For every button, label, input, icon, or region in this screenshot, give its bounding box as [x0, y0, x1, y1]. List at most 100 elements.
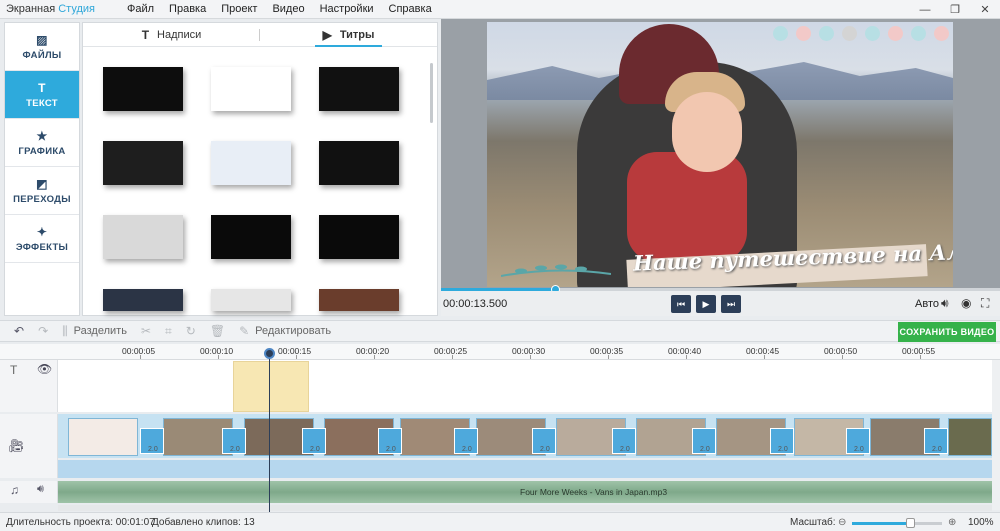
delete-icon[interactable]: 🗑︎ — [210, 324, 225, 338]
sidebar-item-text[interactable]: T ТЕКСТ — [5, 71, 79, 119]
ruler-tick — [218, 355, 219, 359]
title-template-thumb[interactable] — [211, 289, 291, 311]
title-template-thumb[interactable] — [319, 67, 399, 111]
video-camera-icon: 🎥︎ — [8, 438, 25, 453]
timecode: 00:00:13.500 — [443, 298, 508, 310]
zoom-slider-fill — [852, 522, 911, 525]
minimize-button[interactable]: — — [910, 0, 940, 19]
video-clip[interactable] — [68, 418, 138, 456]
title-clip[interactable] — [233, 361, 309, 412]
split-icon[interactable]: ⫼ — [62, 324, 68, 339]
decor-dot — [842, 26, 857, 41]
app-title: Экранная Студия — [6, 3, 95, 15]
project-duration: Длительность проекта: 00:01:07 — [6, 517, 155, 528]
audio-file-name: Four More Weeks - Vans in Japan.mp3 — [520, 487, 668, 497]
tab-captions[interactable]: T Надписи — [83, 23, 260, 46]
sidebar-item-label: ГРАФИКА — [18, 145, 66, 157]
visibility-icon[interactable]: 👁︎ — [37, 362, 52, 376]
ruler-tick-label: 00:00:45 — [746, 346, 780, 356]
crop-icon[interactable]: ⌗ — [165, 324, 172, 339]
preview-panel: Наше путешествие на Алтай — [441, 19, 1000, 316]
child-face — [672, 92, 742, 172]
timeline-ruler[interactable]: 00:00:05 00:00:10 00:00:15 00:00:20 00:00:25… — [0, 344, 1000, 360]
sidebar-item-label: ТЕКСТ — [26, 97, 58, 109]
maximize-button[interactable]: ❐ — [940, 0, 970, 19]
save-video-button[interactable]: СОХРАНИТЬ ВИДЕО — [898, 322, 996, 342]
tab-titles[interactable]: ▶ Титры — [260, 23, 437, 47]
image-icon: ▨ — [36, 32, 48, 47]
sidebar-item-transitions[interactable]: ◩ ПЕРЕХОДЫ — [5, 167, 79, 215]
title-template-thumb[interactable] — [319, 289, 399, 311]
next-frame-button[interactable]: ⏭ — [721, 295, 741, 313]
redo-icon[interactable]: ↷ — [38, 324, 48, 338]
sidebar-item-image[interactable]: ▨ ФАЙЛЫ — [5, 23, 79, 71]
menu-item[interactable]: Файл — [127, 3, 154, 15]
snapshot-icon[interactable]: ◉ — [961, 296, 971, 310]
title-template-thumb[interactable] — [103, 67, 183, 111]
undo-icon[interactable]: ↶ — [14, 324, 24, 338]
menu-item[interactable]: Справка — [389, 3, 432, 15]
sidebar-item-label: ФАЙЛЫ — [22, 49, 62, 61]
ruler-tick — [842, 355, 843, 359]
text-track[interactable] — [58, 360, 992, 412]
magic-wand-icon: ✦ — [36, 224, 48, 239]
ruler-tick-label: 00:00:10 — [200, 346, 234, 356]
title-template-thumb[interactable] — [211, 215, 291, 259]
edit-icon[interactable]: ✎ — [239, 324, 249, 338]
menu-item[interactable]: Настройки — [320, 3, 374, 15]
audio-volume-icon[interactable]: 🔊︎ — [37, 483, 44, 496]
menu-item[interactable]: Правка — [169, 3, 206, 15]
zoom-slider-knob[interactable] — [905, 518, 915, 528]
playhead-handle[interactable] — [264, 348, 275, 359]
text-track-header: T 👁︎ — [0, 360, 58, 412]
menu-item[interactable]: Видео — [272, 3, 304, 15]
ruler-tick — [452, 355, 453, 359]
text-icon: T — [141, 27, 150, 42]
title-template-thumb[interactable] — [103, 141, 183, 185]
decor-dot — [865, 26, 880, 41]
sidebar-item-star[interactable]: ★ ГРАФИКА — [5, 119, 79, 167]
menu-item[interactable]: Проект — [221, 3, 257, 15]
play-button[interactable]: ▶ — [696, 295, 716, 313]
decor-dot — [934, 26, 949, 41]
player-controls: 00:00:13.500 ⏮ ▶ ⏭ Авто 🔊︎ ◉ ⛶ — [441, 291, 1000, 316]
timeline-vscrollbar[interactable] — [992, 360, 1000, 510]
close-button[interactable]: ✕ — [970, 0, 1000, 19]
zoom-slider[interactable] — [852, 518, 942, 528]
ruler-tick-label: 00:00:20 — [356, 346, 390, 356]
zoom-in-icon[interactable]: ⊕ — [948, 517, 956, 528]
video-clip[interactable] — [948, 418, 992, 456]
audio-track-header: ♫ 🔊︎ — [0, 481, 58, 503]
volume-icon[interactable]: 🔊︎ — [941, 296, 949, 311]
rotate-icon[interactable]: ↻ — [186, 324, 196, 338]
split-button[interactable]: Разделить — [74, 325, 127, 337]
title-template-thumb[interactable] — [319, 215, 399, 259]
scale-mode-label[interactable]: Авто — [915, 298, 939, 310]
cut-icon[interactable]: ✂ — [141, 324, 151, 338]
title-template-thumb[interactable] — [103, 289, 183, 311]
decor-dot — [819, 26, 834, 41]
sidebar-item-magic-wand[interactable]: ✦ ЭФФЕКТЫ — [5, 215, 79, 263]
zoom-out-icon[interactable]: ⊖ — [838, 517, 846, 528]
title-template-thumb[interactable] — [211, 141, 291, 185]
fullscreen-icon[interactable]: ⛶ — [981, 296, 989, 311]
transitions-icon: ◩ — [36, 176, 48, 191]
titles-library: T Надписи ▶ Титры — [82, 22, 438, 316]
prev-frame-button[interactable]: ⏮ — [671, 295, 691, 313]
playhead-line[interactable] — [269, 350, 270, 512]
title-template-thumb[interactable] — [319, 141, 399, 185]
library-scrollbar[interactable] — [430, 63, 433, 123]
ruler-tick-label: 00:00:15 — [278, 346, 312, 356]
ruler-tick — [686, 355, 687, 359]
ruler-tick-label: 00:00:05 — [122, 346, 156, 356]
decor-dot — [911, 26, 926, 41]
play-box-icon: ▶ — [322, 27, 332, 42]
timeline-hscrollbar[interactable] — [58, 505, 992, 511]
video-preview[interactable]: Наше путешествие на Алтай — [487, 22, 953, 287]
video-subtrack[interactable] — [58, 460, 992, 478]
edit-button[interactable]: Редактировать — [255, 325, 331, 337]
clips-count: Добавлено клипов: 13 — [152, 517, 255, 528]
sidebar: ▨ ФАЙЛЫ T ТЕКСТ ★ ГРАФИКА ◩ ПЕРЕХОДЫ ✦ ЭФФЕКТЫ — [4, 22, 80, 316]
title-template-thumb[interactable] — [103, 215, 183, 259]
title-template-thumb[interactable] — [211, 67, 291, 111]
